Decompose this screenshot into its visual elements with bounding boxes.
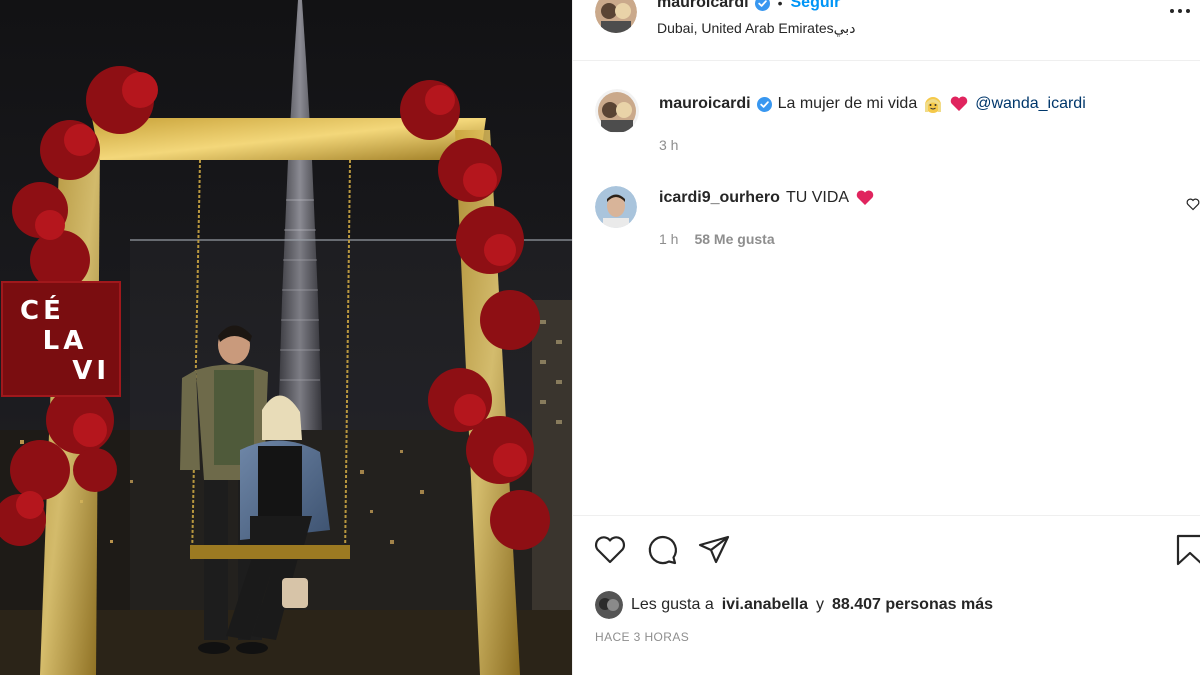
caption-mention-link[interactable]: @wanda_icardi xyxy=(975,95,1086,113)
sign-line-3: VI xyxy=(72,356,110,386)
red-heart-emoji-icon xyxy=(855,188,875,208)
commenter-username[interactable]: icardi9_ourhero xyxy=(659,189,780,207)
post-actions: Les gusta a ivi.anabella y 88.407 person… xyxy=(573,515,1200,675)
post-age[interactable]: HACE 3 HORAS xyxy=(595,630,689,644)
header-user-row: mauroicardi • Seguir xyxy=(657,0,840,12)
post-caption: mauroicardi La mujer de mi vida @wanda_i… xyxy=(659,94,1086,114)
liker-avatar[interactable] xyxy=(595,591,623,619)
follow-button[interactable]: Seguir xyxy=(791,0,841,12)
likes-summary: Les gusta a ivi.anabella y 88.407 person… xyxy=(595,591,993,619)
woman-blonde-emoji-icon xyxy=(923,94,943,114)
verified-badge-icon xyxy=(754,0,770,11)
cela-vi-sign: CÉ LA VI xyxy=(20,296,110,386)
separator-dot: • xyxy=(777,0,783,11)
comment-likes[interactable]: 58 Me gusta xyxy=(694,231,774,247)
commenter-avatar[interactable] xyxy=(595,186,637,228)
caption-author-avatar[interactable] xyxy=(595,89,639,133)
sign-line-1: CÉ xyxy=(20,296,65,326)
post-photo[interactable]: CÉ LA VI xyxy=(0,0,572,675)
heart-outline-icon[interactable] xyxy=(593,533,627,567)
caption-timestamp[interactable]: 3 h xyxy=(659,137,678,153)
likes-others-count[interactable]: 88.407 personas más xyxy=(832,596,993,614)
post-side-panel: mauroicardi • Seguir Dubai, United Arab … xyxy=(572,0,1200,675)
post-location[interactable]: Dubai, United Arab Emiratesدبي xyxy=(657,20,855,37)
speech-bubble-icon[interactable] xyxy=(645,533,679,567)
caption-text: La mujer de mi vida xyxy=(777,95,918,112)
comment-like-heart-icon[interactable] xyxy=(1186,197,1200,211)
author-username[interactable]: mauroicardi xyxy=(657,0,749,12)
comment-meta: 1 h 58 Me gusta xyxy=(659,231,775,247)
sign-line-2: LA xyxy=(42,326,88,356)
likes-connector: y xyxy=(816,596,824,613)
comment-text: TU VIDA xyxy=(785,189,850,206)
liker-username[interactable]: ivi.anabella xyxy=(722,596,808,614)
paper-plane-icon[interactable] xyxy=(697,533,731,567)
comment-timestamp[interactable]: 1 h xyxy=(659,231,678,247)
likes-prefix: Les gusta a xyxy=(631,596,714,613)
red-heart-emoji-icon xyxy=(949,94,969,114)
caption-username[interactable]: mauroicardi xyxy=(659,95,751,113)
post-header: mauroicardi • Seguir Dubai, United Arab … xyxy=(573,0,1200,61)
comment: icardi9_ourhero TU VIDA xyxy=(659,188,875,208)
author-avatar[interactable] xyxy=(595,0,637,33)
more-options-icon[interactable] xyxy=(1167,0,1193,24)
bookmark-icon[interactable] xyxy=(1173,533,1200,567)
verified-badge-icon xyxy=(756,96,772,112)
